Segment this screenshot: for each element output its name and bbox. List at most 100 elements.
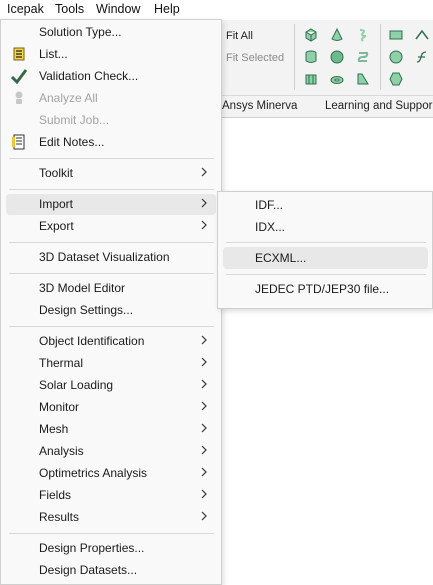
menu-item-mesh[interactable]: Mesh <box>6 419 216 440</box>
menu-item-solution-type[interactable]: Solution Type... <box>6 22 216 43</box>
menu-item-label: Solar Loading <box>39 378 114 392</box>
menu-item-label: Fields <box>39 488 72 502</box>
menu-item-label: Design Settings... <box>39 303 134 317</box>
menu-separator <box>226 242 426 243</box>
menu-item-label: Analyze All <box>39 91 98 105</box>
menu-item-design-settings[interactable]: Design Settings... <box>6 300 216 321</box>
menu-item-label: 3D Model Editor <box>39 281 126 295</box>
menu-item-validation-check[interactable]: Validation Check... <box>6 66 216 87</box>
submenu-item-label: IDX... <box>255 220 286 234</box>
sphere-icon[interactable] <box>329 49 345 65</box>
menu-item-list[interactable]: List... <box>6 44 216 65</box>
submenu-item-jedec[interactable]: JEDEC PTD/JEP30 file... <box>223 278 428 300</box>
menu-separator <box>9 158 214 159</box>
submenu-item-ecxml[interactable]: ECXML... <box>223 247 428 269</box>
submenu-item-idx[interactable]: IDX... <box>223 216 428 238</box>
menu-item-monitor[interactable]: Monitor <box>6 397 216 418</box>
menu-item-solar-loading[interactable]: Solar Loading <box>6 375 216 396</box>
menu-item-thermal[interactable]: Thermal <box>6 353 216 374</box>
submenu-item-label: IDF... <box>255 198 284 212</box>
menu-item-3d-dataset-visualization[interactable]: 3D Dataset Visualization <box>6 247 216 268</box>
menu-item-label: Results <box>39 510 80 524</box>
menu-separator <box>9 326 214 327</box>
menu-separator <box>9 273 214 274</box>
menu-item-import[interactable]: Import <box>6 194 216 215</box>
chevron-right-icon <box>201 401 207 411</box>
menu-item-design-properties[interactable]: Design Properties... <box>6 538 216 559</box>
menu-icepak[interactable]: Icepak <box>7 2 44 16</box>
helix-icon[interactable] <box>355 27 371 43</box>
menu-item-label: Design Datasets... <box>39 563 138 577</box>
menu-item-results[interactable]: Results <box>6 507 216 528</box>
checkmark-icon <box>11 69 27 84</box>
menu-item-analysis[interactable]: Analysis <box>6 441 216 462</box>
notes-icon <box>12 134 25 150</box>
menu-item-label: Mesh <box>39 422 69 436</box>
chevron-right-icon <box>201 379 207 389</box>
cone-icon[interactable] <box>329 27 345 43</box>
menu-item-design-datasets[interactable]: Design Datasets... <box>6 560 216 581</box>
menu-item-label: Monitor <box>39 400 80 414</box>
tab-learning-and-support[interactable]: Learning and Suppor <box>325 100 432 112</box>
menu-item-edit-notes[interactable]: Edit Notes... <box>6 132 216 153</box>
cylinder-icon[interactable] <box>303 49 319 65</box>
menu-bar: Icepak Tools Window Help <box>0 0 433 20</box>
analyze-icon <box>15 91 23 104</box>
menu-item-label: Solution Type... <box>39 25 122 39</box>
menu-separator <box>226 274 426 275</box>
spiral-icon[interactable] <box>355 49 371 65</box>
menu-window[interactable]: Window <box>96 2 140 16</box>
polyline-icon[interactable] <box>414 27 430 43</box>
chevron-right-icon <box>201 445 207 455</box>
list-icon <box>13 47 25 61</box>
menu-item-optimetrics-analysis[interactable]: Optimetrics Analysis <box>6 463 216 484</box>
menu-item-label: Validation Check... <box>39 69 139 83</box>
menu-item-label: Edit Notes... <box>39 135 105 149</box>
menu-separator <box>9 242 214 243</box>
polygon-icon[interactable] <box>388 71 404 87</box>
menu-item-fields[interactable]: Fields <box>6 485 216 506</box>
ribbon-tabs: Ansys Minerva Learning and Suppor <box>222 96 433 118</box>
menu-item-label: Export <box>39 219 74 233</box>
chevron-right-icon <box>201 357 207 367</box>
menu-item-label: Object Identification <box>39 334 145 348</box>
menu-item-analyze-all[interactable]: Analyze All <box>6 88 216 109</box>
menu-tools[interactable]: Tools <box>55 2 84 16</box>
ribbon-divider <box>380 24 381 90</box>
chevron-right-icon <box>201 198 207 208</box>
menu-item-label: Import <box>39 197 74 211</box>
menu-item-label: Toolkit <box>39 166 74 180</box>
chevron-right-icon <box>201 167 207 177</box>
icepak-menu: Solution Type... List... Validation Chec… <box>0 19 222 585</box>
submenu-item-idf[interactable]: IDF... <box>223 194 428 216</box>
torus-icon[interactable] <box>329 71 345 87</box>
menu-item-label: Submit Job... <box>39 113 110 127</box>
tab-ansys-minerva[interactable]: Ansys Minerva <box>222 100 297 112</box>
rectangle-icon[interactable] <box>388 27 404 43</box>
menu-item-export[interactable]: Export <box>6 216 216 237</box>
menu-item-label: Thermal <box>39 356 84 370</box>
menu-separator <box>9 189 214 190</box>
import-submenu: IDF... IDX... ECXML... JEDEC PTD/JEP30 f… <box>217 191 433 309</box>
box-icon[interactable] <box>303 27 319 43</box>
menu-item-label: Analysis <box>39 444 84 458</box>
chevron-right-icon <box>201 423 207 433</box>
menu-item-toolkit[interactable]: Toolkit <box>6 163 216 184</box>
menu-item-label: Optimetrics Analysis <box>39 466 148 480</box>
equation-curve-icon[interactable] <box>414 49 430 65</box>
fit-selected-button[interactable]: Fit Selected <box>226 52 284 64</box>
circle-icon[interactable] <box>388 49 404 65</box>
menu-item-submit-job[interactable]: Submit Job... <box>6 110 216 131</box>
menu-help[interactable]: Help <box>154 2 180 16</box>
chevron-right-icon <box>201 467 207 477</box>
menu-item-3d-model-editor[interactable]: 3D Model Editor <box>6 278 216 299</box>
submenu-item-label: JEDEC PTD/JEP30 file... <box>255 282 390 296</box>
polyhedron-icon[interactable] <box>303 71 319 87</box>
menu-item-object-identification[interactable]: Object Identification <box>6 331 216 352</box>
chevron-right-icon <box>201 489 207 499</box>
menu-item-label: List... <box>39 47 68 61</box>
fit-all-button[interactable]: Fit All <box>226 30 253 42</box>
wedge-icon[interactable] <box>355 71 371 87</box>
submenu-item-label: ECXML... <box>255 251 307 265</box>
menu-separator <box>9 533 214 534</box>
